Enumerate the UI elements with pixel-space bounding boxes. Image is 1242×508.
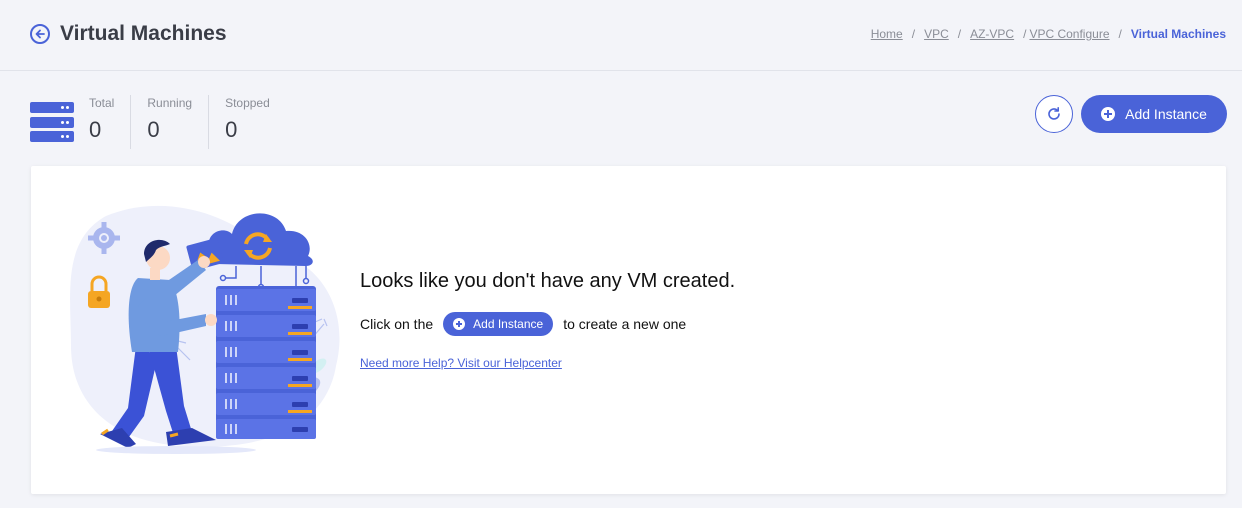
breadcrumb-home[interactable]: Home — [871, 27, 903, 41]
add-instance-label: Add Instance — [1125, 106, 1207, 122]
cta-suffix: to create a new one — [563, 316, 687, 332]
add-instance-button[interactable]: Add Instance — [1081, 95, 1227, 133]
inline-add-instance-button[interactable]: Add Instance — [443, 312, 554, 336]
vm-stats: Total 0 Running 0 Stopped 0 — [30, 95, 286, 149]
stat-value: 0 — [89, 117, 102, 142]
breadcrumb-separator: / — [1118, 27, 1122, 41]
inline-add-instance-label: Add Instance — [473, 317, 544, 331]
stat-value: 0 — [225, 117, 238, 142]
breadcrumb: Home / VPC / AZ-VPC / VPC Configure / Vi… — [871, 27, 1226, 41]
stat-label: Total — [89, 96, 115, 110]
back-arrow-icon[interactable] — [30, 24, 50, 44]
stat-label: Running — [147, 96, 193, 110]
server-stack-icon — [30, 102, 74, 142]
breadcrumb-separator: / — [911, 27, 916, 41]
server-illustration — [70, 205, 340, 454]
empty-state-card: Looks like you don't have any VM created… — [31, 166, 1226, 494]
stat-stopped: Stopped 0 — [208, 95, 286, 149]
plus-circle-icon — [453, 318, 466, 330]
breadcrumb-vpc-configure[interactable]: VPC Configure — [1029, 27, 1109, 41]
breadcrumb-current: Virtual Machines — [1130, 27, 1226, 41]
stat-label: Stopped — [225, 96, 270, 110]
breadcrumb-separator: / — [1023, 27, 1027, 41]
stat-value: 0 — [147, 117, 160, 142]
refresh-icon — [1048, 107, 1060, 120]
breadcrumb-vpc[interactable]: VPC — [924, 27, 949, 41]
stat-running: Running 0 — [130, 95, 208, 149]
breadcrumb-separator: / — [957, 27, 962, 41]
empty-state-title: Looks like you don't have any VM created… — [360, 270, 736, 292]
refresh-button[interactable] — [1035, 95, 1073, 133]
empty-state-cta: Click on the Add Instance to create a ne… — [360, 312, 686, 336]
page-title: Virtual Machines — [60, 22, 227, 45]
helpcenter-link[interactable]: Need more Help? Visit our Helpcenter — [360, 356, 562, 370]
stat-total: Total 0 — [89, 95, 130, 149]
breadcrumb-az-vpc[interactable]: AZ-VPC — [970, 27, 1014, 41]
plus-circle-icon — [1101, 107, 1116, 121]
cta-prefix: Click on the — [360, 316, 434, 332]
page-header: Virtual Machines Home / VPC / AZ-VPC / V… — [0, 0, 1242, 71]
